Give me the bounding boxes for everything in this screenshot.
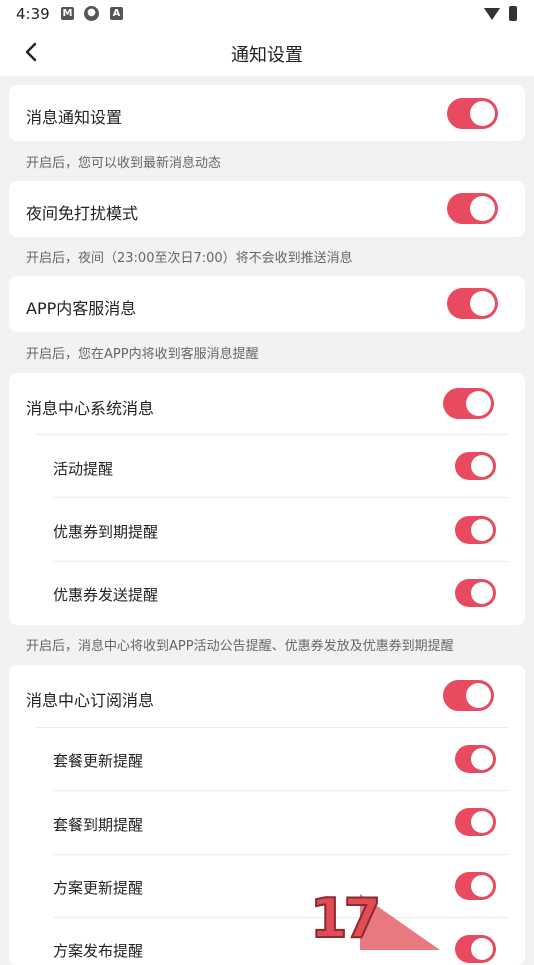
toggle-coupon-send-reminder[interactable] <box>455 579 496 607</box>
sub-row-label: 优惠券到期提醒 <box>53 523 159 541</box>
battery-icon <box>509 6 517 21</box>
wifi-icon <box>484 8 500 20</box>
toggle-do-not-disturb[interactable] <box>447 193 498 224</box>
toggle-knob <box>471 519 493 541</box>
toggle-knob <box>470 196 495 221</box>
toggle-plan-expiry-reminder[interactable] <box>455 808 496 836</box>
mail-notification-icon: M <box>61 7 74 20</box>
row-label: APP内客服消息 <box>26 299 137 318</box>
status-bar: 4:39 M ● A <box>0 0 534 28</box>
toggle-plan-update-reminder[interactable] <box>455 745 496 773</box>
toggle-knob <box>471 582 493 604</box>
row-label: 消息通知设置 <box>26 108 123 127</box>
toggle-knob <box>471 811 493 833</box>
sub-row-label: 方案更新提醒 <box>53 879 144 897</box>
toggle-knob <box>471 455 493 477</box>
row-label: 消息中心订阅消息 <box>26 691 155 710</box>
toggle-subscription-messages[interactable] <box>443 680 494 711</box>
toggle-knob <box>470 101 495 126</box>
nav-bar: 通知设置 <box>0 28 534 76</box>
section-card-message-notification: 消息通知设置 <box>9 85 525 141</box>
section-card-customer-service: APP内客服消息 <box>9 276 525 332</box>
sub-row-label: 套餐更新提醒 <box>53 752 144 770</box>
status-time: 4:39 <box>16 5 50 23</box>
toggle-activity-reminder[interactable] <box>455 452 496 480</box>
toggle-knob <box>470 291 495 316</box>
section-card-system-messages: 消息中心系统消息 活动提醒 优惠券到期提醒 优惠券发送提醒 <box>9 373 525 625</box>
sub-row-label: 套餐到期提醒 <box>53 816 144 834</box>
toggle-knob <box>466 683 491 708</box>
divider <box>53 790 508 791</box>
toggle-knob <box>471 748 493 770</box>
row-label: 消息中心系统消息 <box>26 399 155 418</box>
toggle-message-notification[interactable] <box>447 98 498 129</box>
sub-row-label: 方案发布提醒 <box>53 942 144 960</box>
hint-text: 开启后，您在APP内将收到客服消息提醒 <box>26 347 259 362</box>
toggle-system-messages[interactable] <box>443 388 494 419</box>
divider <box>36 727 508 728</box>
toggle-coupon-expiry-reminder[interactable] <box>455 516 496 544</box>
divider <box>53 561 508 562</box>
hint-text: 开启后，夜间（23:00至次日7:00）将不会收到推送消息 <box>26 251 353 266</box>
sub-row-label: 活动提醒 <box>53 460 114 478</box>
hint-text: 开启后，您可以收到最新消息动态 <box>26 156 222 171</box>
toggle-knob <box>466 391 491 416</box>
divider <box>36 434 508 435</box>
section-card-do-not-disturb: 夜间免打扰模式 <box>9 181 525 237</box>
row-label: 夜间免打扰模式 <box>26 204 139 223</box>
watermark-digits: 17 <box>309 887 382 951</box>
hint-text: 开启后，消息中心将收到APP活动公告提醒、优惠券发放及优惠券到期提醒 <box>26 639 454 654</box>
page-title: 通知设置 <box>231 45 303 66</box>
watermark-logo: 17 <box>309 887 520 951</box>
app-notification-icon: ● <box>84 6 99 21</box>
sub-row-label: 优惠券发送提醒 <box>53 586 159 604</box>
toggle-customer-service[interactable] <box>447 288 498 319</box>
divider <box>53 497 508 498</box>
a-notification-icon: A <box>110 7 123 20</box>
divider <box>53 854 508 855</box>
